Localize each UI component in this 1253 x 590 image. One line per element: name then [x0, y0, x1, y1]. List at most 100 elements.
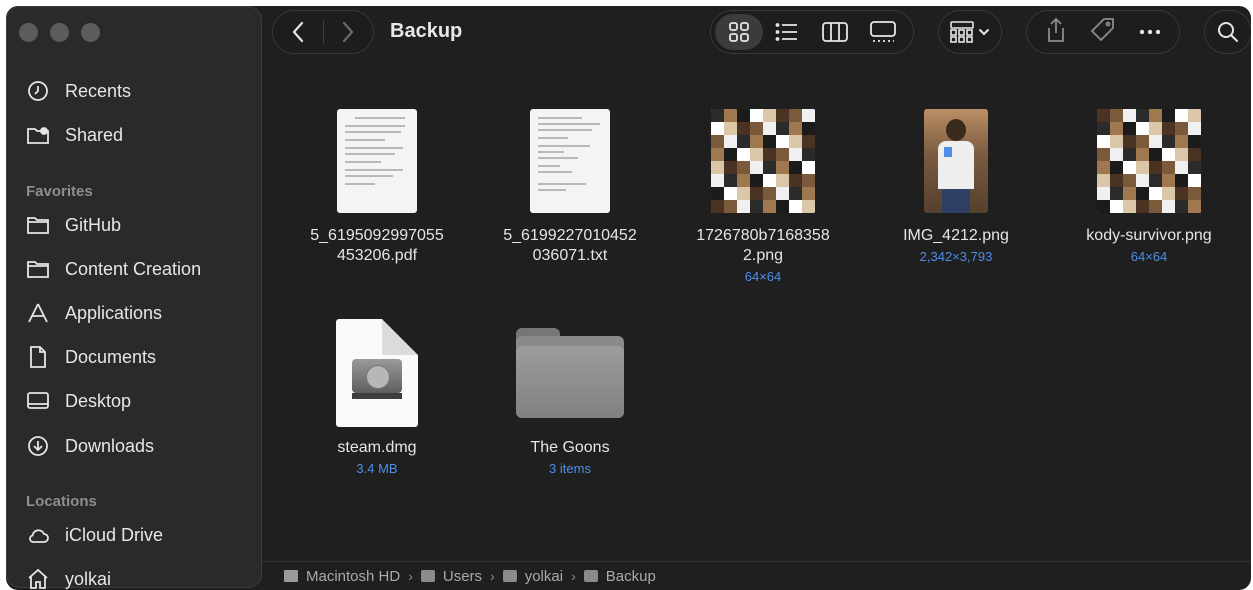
- pixel-cell: [1175, 148, 1188, 161]
- sidebar-item-recents[interactable]: Recents: [17, 75, 253, 107]
- file-item-dmg[interactable]: steam.dmg 3.4 MB: [287, 318, 467, 478]
- more-button[interactable]: [1139, 23, 1161, 41]
- sidebar-item-desktop[interactable]: Desktop: [17, 385, 253, 417]
- pixel-cell: [1110, 187, 1123, 200]
- view-mode-group: [710, 10, 914, 54]
- pdf-thumbnail: [337, 109, 417, 213]
- pixel-cell: [1110, 122, 1123, 135]
- pixel-cell: [1149, 174, 1162, 187]
- sidebar-item-applications[interactable]: Applications: [17, 297, 253, 329]
- pixel-cell: [1136, 187, 1149, 200]
- pixel-cell: [1123, 135, 1136, 148]
- pixel-cell: [724, 135, 737, 148]
- zoom-window-button[interactable]: [81, 23, 100, 42]
- window-controls: [19, 23, 100, 42]
- file-name: 1726780b7168358 2.png: [696, 227, 830, 264]
- locations-header: Locations: [26, 493, 97, 510]
- pixel-cell: [776, 109, 789, 122]
- file-item-pdf[interactable]: 5_6195092997055 453206.pdf: [287, 106, 467, 266]
- pixel-cell: [1136, 148, 1149, 161]
- pixel-cell: [737, 174, 750, 187]
- pixel-cell: [802, 174, 815, 187]
- pixel-cell: [1097, 122, 1110, 135]
- sidebar-item-content-creation[interactable]: Content Creation: [17, 253, 253, 285]
- pixel-cell: [1110, 200, 1123, 213]
- file-item-png[interactable]: kody-survivor.png 64×64: [1059, 106, 1239, 266]
- path-item-backup[interactable]: Backup: [583, 568, 656, 585]
- pixel-cell: [1149, 148, 1162, 161]
- share-button[interactable]: [1045, 17, 1067, 48]
- actions-group: [1026, 10, 1180, 54]
- pixel-cell: [1175, 135, 1188, 148]
- sidebar-item-label: iCloud Drive: [65, 524, 164, 545]
- back-button[interactable]: [273, 10, 323, 54]
- pixel-cell: [763, 161, 776, 174]
- pixel-cell: [1162, 109, 1175, 122]
- folder-item[interactable]: The Goons 3 items: [480, 318, 660, 478]
- pixel-cell: [802, 122, 815, 135]
- pixel-cell: [1110, 174, 1123, 187]
- pixel-cell: [711, 174, 724, 187]
- folder-icon: [420, 570, 435, 582]
- cloud-icon: [25, 522, 51, 548]
- skin-thumbnail: [1097, 109, 1201, 213]
- forward-button[interactable]: [323, 10, 373, 54]
- pixel-cell: [1136, 200, 1149, 213]
- file-item-photo[interactable]: IMG_4212.png 2,342×3,793: [866, 106, 1046, 266]
- search-icon: [1218, 22, 1238, 42]
- pixel-cell: [711, 148, 724, 161]
- path-item-users[interactable]: Users: [420, 568, 482, 585]
- pixel-cell: [1188, 148, 1201, 161]
- group-by-button[interactable]: [938, 10, 1002, 54]
- file-item-png[interactable]: 1726780b7168358 2.png 64×64: [673, 106, 853, 286]
- list-view-button[interactable]: [763, 14, 811, 50]
- file-item-txt[interactable]: 5_6199227010452 036071.txt: [480, 106, 660, 266]
- chevron-down-icon: [979, 29, 989, 36]
- sidebar-item-label: yolkai: [65, 568, 112, 589]
- pixel-cell: [711, 187, 724, 200]
- pixel-cell: [802, 187, 815, 200]
- pixel-cell: [1110, 109, 1123, 122]
- pixel-cell: [724, 148, 737, 161]
- chevron-left-icon: [292, 21, 303, 43]
- sidebar-item-home[interactable]: yolkai: [17, 563, 253, 590]
- path-item-yolkai[interactable]: yolkai: [502, 568, 563, 585]
- pixel-cell: [1110, 161, 1123, 174]
- file-name: kody-survivor.png: [1086, 227, 1212, 244]
- pixel-cell: [737, 161, 750, 174]
- folder-icon: [583, 570, 598, 582]
- pixel-cell: [1162, 122, 1175, 135]
- file-meta: 64×64: [1130, 249, 1168, 264]
- pixel-cell: [1097, 109, 1110, 122]
- icon-view-button[interactable]: [715, 14, 763, 50]
- list-icon: [775, 23, 797, 41]
- minimize-window-button[interactable]: [50, 23, 69, 42]
- pixel-cell: [1162, 187, 1175, 200]
- group-grid-icon: [950, 21, 974, 43]
- tag-button[interactable]: [1090, 17, 1116, 48]
- path-item-macintosh-hd[interactable]: Macintosh HD: [284, 568, 400, 585]
- sidebar-item-documents[interactable]: Documents: [17, 341, 253, 373]
- sidebar-item-downloads[interactable]: Downloads: [17, 430, 253, 462]
- pixel-cell: [711, 135, 724, 148]
- chevron-right-icon: ›: [490, 568, 495, 584]
- column-view-button[interactable]: [811, 14, 859, 50]
- close-window-button[interactable]: [19, 23, 38, 42]
- gallery-view-button[interactable]: [859, 14, 907, 50]
- pixel-cell: [737, 187, 750, 200]
- file-meta: 64×64: [744, 269, 782, 284]
- search-button[interactable]: [1204, 10, 1251, 54]
- sidebar-item-icloud-drive[interactable]: iCloud Drive: [17, 519, 253, 551]
- pixel-cell: [1097, 174, 1110, 187]
- sidebar-item-shared[interactable]: Shared: [17, 119, 253, 151]
- pixel-cell: [1097, 161, 1110, 174]
- pixel-cell: [1188, 174, 1201, 187]
- chevron-right-icon: ›: [408, 568, 413, 584]
- pixel-cell: [1123, 187, 1136, 200]
- pixel-cell: [737, 122, 750, 135]
- pixel-cell: [1188, 200, 1201, 213]
- pixel-cell: [802, 148, 815, 161]
- pixel-cell: [776, 161, 789, 174]
- sidebar-item-github[interactable]: GitHub: [17, 209, 253, 241]
- pixel-cell: [789, 174, 802, 187]
